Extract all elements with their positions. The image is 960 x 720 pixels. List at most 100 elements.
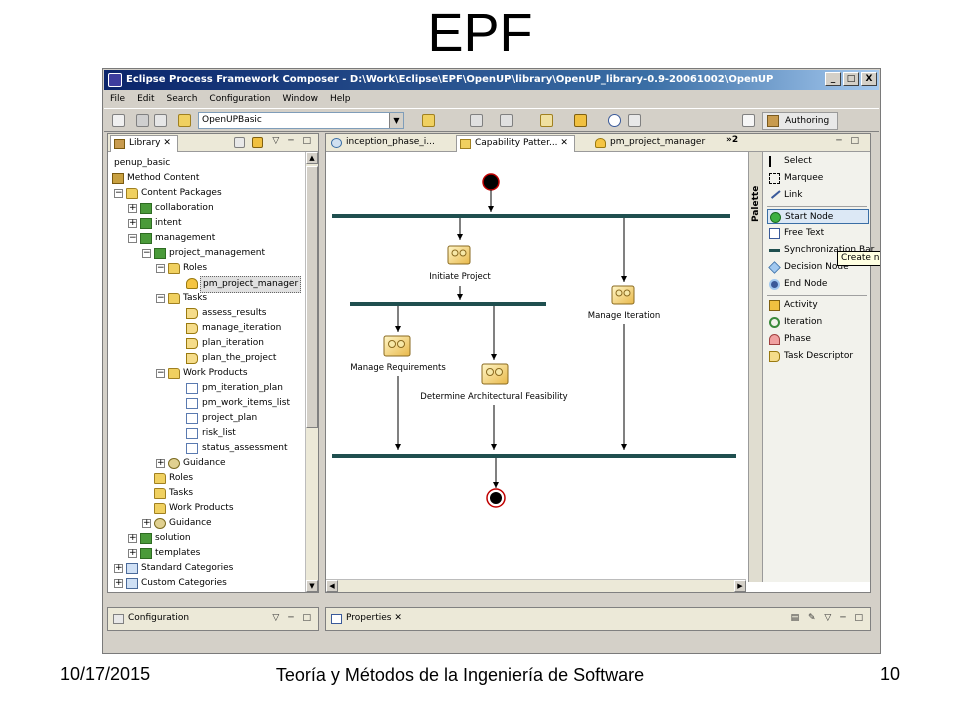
palette-item-start-node[interactable]: Start Node: [767, 209, 869, 224]
panel-view-controls[interactable]: ▽ ─ □: [272, 613, 314, 623]
expand-icon[interactable]: +: [156, 459, 165, 468]
expand-icon[interactable]: +: [128, 534, 137, 543]
scroll-right-icon[interactable]: ▶: [734, 580, 746, 592]
navigate-icon[interactable]: [500, 114, 513, 127]
panel-view-controls[interactable]: ▤ ✎ ▽ ─ □: [791, 613, 866, 623]
menu-edit[interactable]: Edit: [137, 91, 154, 107]
folder-icon: [154, 503, 166, 514]
expand-icon[interactable]: +: [128, 219, 137, 228]
palette-item-phase[interactable]: Phase: [767, 332, 811, 347]
palette-header[interactable]: Palette: [749, 152, 763, 582]
palette-item-link[interactable]: Link: [767, 187, 802, 203]
close-button[interactable]: X: [861, 72, 877, 86]
minimize-button[interactable]: _: [825, 72, 841, 86]
end-node-icon: [769, 279, 780, 290]
close-icon[interactable]: ✕: [560, 138, 568, 148]
scroll-thumb[interactable]: [306, 166, 318, 428]
window-titlebar[interactable]: Eclipse Process Framework Composer - D:\…: [104, 70, 879, 90]
scroll-down-icon[interactable]: ▼: [306, 580, 318, 592]
menu-configuration[interactable]: Configuration: [209, 91, 270, 107]
synchronization-bar[interactable]: [350, 302, 546, 306]
tab-inception-phase[interactable]: inception_phase_i...: [328, 135, 441, 152]
synchronization-bar[interactable]: [332, 454, 736, 458]
palette-separator: [767, 295, 867, 296]
activity-figure: [388, 340, 396, 348]
maximize-button[interactable]: □: [843, 72, 859, 86]
window-controls: _ □ X: [825, 72, 877, 86]
diagram-canvas[interactable]: Initiate Project Manage Iteration Manage…: [326, 152, 746, 582]
palette-label: Palette: [751, 185, 761, 222]
palette-item-iteration[interactable]: Iteration: [767, 315, 822, 330]
close-icon[interactable]: ✕: [163, 138, 171, 148]
tab-capability-pattern-label: Capability Patter...: [475, 138, 558, 148]
folder-icon: [168, 368, 180, 379]
task-descriptor-icon: [769, 351, 780, 362]
collapse-icon[interactable]: −: [114, 189, 123, 198]
open-folder-icon[interactable]: [422, 114, 435, 127]
palette-item-activity[interactable]: Activity: [767, 298, 818, 313]
expand-icon[interactable]: +: [114, 579, 123, 588]
forward-icon[interactable]: [628, 114, 641, 127]
tab-overflow[interactable]: »2: [726, 135, 738, 145]
back-icon[interactable]: [540, 114, 553, 127]
new-icon[interactable]: [112, 114, 125, 127]
tab-pm-project-manager[interactable]: pm_project_manager: [592, 135, 711, 152]
perspective-authoring-button[interactable]: Authoring: [762, 112, 839, 130]
collapse-icon[interactable]: −: [128, 234, 137, 243]
menu-file[interactable]: File: [110, 91, 125, 107]
menu-help[interactable]: Help: [330, 91, 351, 107]
open-perspective-icon[interactable]: [742, 114, 755, 127]
start-node[interactable]: [482, 173, 500, 191]
library-vertical-scrollbar[interactable]: ▲ ▼: [305, 152, 318, 592]
task-icon: [186, 353, 198, 364]
guidance-icon: [154, 518, 166, 529]
slide-number: 10: [879, 664, 900, 684]
sort-icon[interactable]: [234, 137, 245, 148]
expand-icon[interactable]: +: [114, 564, 123, 573]
scroll-up-icon[interactable]: ▲: [306, 152, 318, 164]
chevron-down-icon[interactable]: ▼: [389, 113, 403, 128]
scroll-left-icon[interactable]: ◀: [326, 580, 338, 592]
menu-window[interactable]: Window: [282, 91, 318, 107]
editor-horizontal-scrollbar[interactable]: ◀ ▶: [326, 579, 746, 592]
search-icon[interactable]: [470, 114, 483, 127]
expand-icon[interactable]: +: [128, 549, 137, 558]
tab-capability-pattern[interactable]: Capability Patter... ✕: [456, 135, 575, 152]
save-icon[interactable]: [136, 114, 149, 127]
collapse-icon[interactable]: −: [156, 294, 165, 303]
configuration-select[interactable]: OpenUPBasic ▼: [198, 112, 404, 129]
activity-manage-iteration[interactable]: Manage Iteration: [588, 285, 661, 321]
close-icon[interactable]: ✕: [394, 613, 402, 623]
activity-figure: [397, 340, 405, 348]
activity-initiate-project[interactable]: Initiate Project: [429, 245, 491, 282]
palette-item-select[interactable]: Select: [767, 154, 812, 169]
menu-search[interactable]: Search: [167, 91, 198, 107]
tab-library[interactable]: Library ✕: [110, 135, 178, 152]
expand-icon[interactable]: +: [128, 204, 137, 213]
tab-configuration[interactable]: Configuration: [110, 611, 195, 628]
link-icon[interactable]: [252, 137, 263, 148]
collapse-icon[interactable]: −: [142, 249, 151, 258]
activity-manage-requirements[interactable]: Manage Requirements: [350, 335, 446, 373]
collapse-icon[interactable]: −: [156, 264, 165, 273]
activity-icon: [481, 363, 509, 385]
save-all-icon[interactable]: [154, 114, 167, 127]
palette-item-task-descriptor[interactable]: Task Descriptor: [767, 349, 853, 364]
activity-figure: [623, 289, 631, 297]
footer-date: 10/17/2015: [60, 664, 151, 684]
editor-view-controls[interactable]: ─ □: [836, 136, 862, 146]
panel-view-controls[interactable]: ▽ ─ □: [272, 136, 314, 146]
palette-item-end-node[interactable]: End Node: [767, 277, 827, 292]
synchronization-bar[interactable]: [332, 214, 730, 218]
palette-item-free-text[interactable]: Free Text: [767, 226, 824, 241]
tab-properties[interactable]: Properties ✕: [328, 611, 408, 628]
palette-item-marquee[interactable]: Marquee: [767, 171, 823, 186]
collapse-icon[interactable]: −: [156, 369, 165, 378]
expand-icon[interactable]: +: [142, 519, 151, 528]
configuration-icon[interactable]: [178, 114, 191, 127]
tab-overflow-count: 2: [731, 135, 739, 145]
editor-panel: inception_phase_i... Capability Patter..…: [325, 133, 874, 593]
help-icon[interactable]: [608, 114, 621, 127]
activity-label: Initiate Project: [429, 272, 491, 282]
edit-icon[interactable]: [574, 114, 587, 127]
